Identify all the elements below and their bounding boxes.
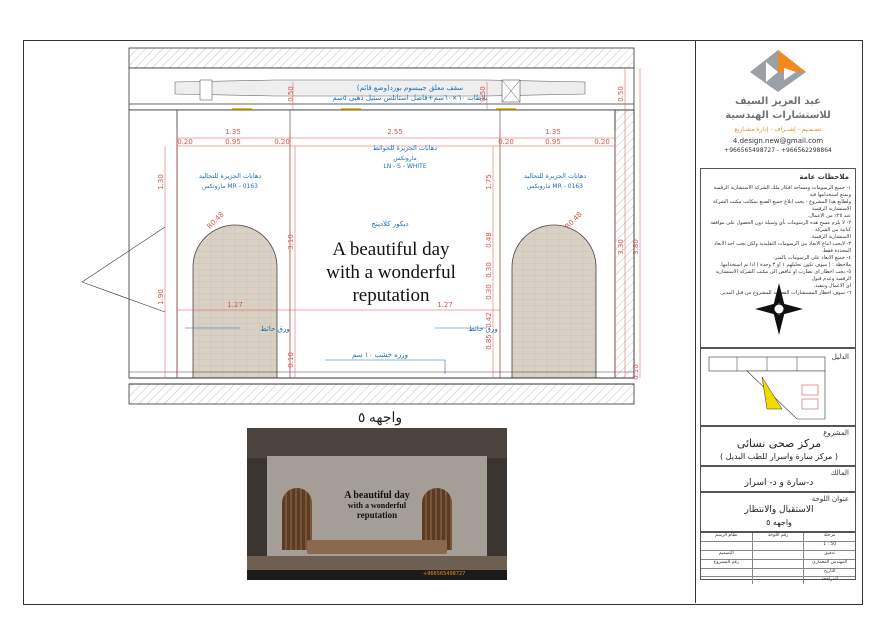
dim-label: 0.30 [485, 262, 493, 278]
dim-label: 0.42 [485, 312, 493, 328]
table-row: التاريخ [701, 569, 855, 577]
paint-code-2: مارونكس [393, 155, 416, 162]
note-line: ١- جميع الرسومات ومساحة افكار ملك الشركة… [713, 185, 851, 198]
company-email: 4.design.new@gmail.com [732, 137, 824, 145]
dim-label: 0.85 [485, 334, 493, 350]
dim-label: 0.10 [287, 352, 295, 368]
dim-label: 0.50 [287, 86, 295, 102]
notes-block: ملاحظات عامة ١- جميع الرسومات ومساحة افك… [700, 168, 856, 348]
project-subtitle: ( مركز سارة واسرار للطب البديل ) [720, 452, 838, 461]
notes-title: ملاحظات عامة [799, 173, 849, 181]
company-logo-icon [750, 50, 806, 92]
dim-label: 0.20 [177, 138, 193, 146]
table-row: 1 : 50 [701, 542, 855, 551]
note-line: ٤- جميع الابعاد على الرسومات بالمتر. [773, 255, 851, 261]
dim-label: 1.27 [227, 301, 243, 309]
note-line: ٢- لا يلزم مسح هذه الرسومات بأي وسيلة دو… [710, 220, 851, 233]
photo-text-line1: A beautiful day [344, 490, 410, 501]
dim-label: 1.30 [157, 174, 165, 190]
note-line: عند ٢٥٪ من الاعمال. [807, 213, 851, 219]
company-logo-block: عبد العزيز السيف للاستشارات الهندسية تصـ… [700, 44, 856, 168]
table-row: نظام الرسم رقم اللوحة مرحلة [701, 533, 855, 542]
paint-label-3: دهانات الجزيرة للتجاليد [524, 172, 586, 180]
photo-text-line3: reputation [356, 510, 398, 520]
wall-text-line2: with a wonderful [326, 262, 456, 283]
sheet-title-2: واجهه ٥ [766, 518, 792, 527]
wallpaper-left-label: ورق حائط [260, 325, 289, 333]
sheet-title-1: الاستقبال والانتظار [744, 505, 814, 515]
dim-label: 1.35 [545, 128, 561, 136]
sheet-title-label: عنوان اللوحة [811, 495, 849, 503]
company-tagline: تصـمـيم - إشــراف - إدارة مشـاريع [734, 126, 822, 133]
project-label: المشروع [823, 429, 849, 437]
owner-label: المالك [830, 469, 849, 477]
decor-label: ديكور كلادينج [371, 220, 408, 228]
sheet-title-block: عنوان اللوحة الاستقبال والانتظار واجهه ٥ [700, 492, 856, 532]
bottom-slab [128, 383, 635, 405]
wallpaper-right-label: ورق حائط [468, 325, 497, 333]
dim-label: 0.48 [485, 232, 493, 248]
photo-text-line2: with a wonderful [347, 501, 407, 510]
elevation-drawing: سقف معلق جيبسوم بورد(وضع قائم) بلاطات ٦٠… [81, 47, 641, 405]
dim-label: 0.50 [617, 86, 625, 102]
info-table: نظام الرسم رقم اللوحة مرحلة 1 : 50 التصم… [700, 532, 856, 584]
company-phones: +966565498727 - +966562298864 [724, 147, 832, 154]
dim-label: 0.95 [545, 138, 561, 146]
wall-text-line3: reputation [352, 285, 430, 306]
dim-label: 0.20 [274, 138, 290, 146]
key-plan-drawing [708, 356, 826, 420]
photo-phone: +966565498727 [423, 571, 466, 577]
owner-name: د-سارة و د- اسرار [744, 478, 814, 488]
project-block: المشروع مركز صحى نسائى ( مركز سارة واسرا… [700, 426, 856, 466]
photo-sofa [307, 540, 447, 554]
dim-label: 1.27 [437, 301, 453, 309]
paint-label-2: دهانات الجزيرة للحوائط [373, 144, 437, 152]
right-arch [511, 224, 597, 379]
company-name-line2: للاستشارات الهندسية [725, 110, 831, 121]
owner-block: المالك د-سارة و د- اسرار [700, 466, 856, 492]
note-line: الاستشارية الرقمية. [810, 234, 851, 240]
north-arrow-icon [755, 283, 803, 335]
ceiling-label-2: بلاطات ٦٠×٦٠سم+فاصل استانلس ستيل ذهبى ٥س… [332, 94, 487, 102]
dim-label: 1.90 [157, 289, 165, 305]
dim-label: 0.95 [225, 138, 241, 146]
dim-label: 0.20 [594, 138, 610, 146]
paint-code-3: مارونكس MR - 0163 [527, 183, 583, 190]
note-line: ولطابع هذا المشروع - يجب ابلاغ جميع الصن… [712, 199, 851, 212]
table-row: رقم المشروع المهندس المعماري [701, 560, 855, 569]
dim-label: 0.30 [485, 284, 493, 300]
wall-text-line1: A beautiful day [332, 239, 450, 260]
table-row: المراجعة [701, 577, 855, 584]
dim-label: 3.80 [632, 239, 640, 255]
elevation-caption: واجهه ٥ [357, 411, 403, 426]
title-block-divider [695, 40, 696, 603]
note-line: ٣- لايجب اتباع الابعاد من الرسومات التقل… [714, 241, 851, 254]
dim-label: 1.35 [225, 128, 241, 136]
table-row: التصميم تدقيق [701, 551, 855, 560]
key-plan-block: الدليل [700, 348, 856, 426]
company-name-line1: عبد العزيز السيف [734, 96, 822, 107]
dim-label: 0.10 [632, 364, 640, 380]
dim-label: 3.10 [287, 234, 295, 250]
note-line: ملاحظة : ( سوف تكون تحليلهم ١ او ٣ وحدة … [719, 262, 851, 268]
render-photo: A beautiful day with a wonderful reputat… [247, 428, 507, 580]
dim-label: 1.75 [485, 174, 493, 190]
dim-label: 0.20 [498, 138, 514, 146]
guide-label: الدليل [831, 353, 849, 361]
dim-label: 2.55 [387, 128, 403, 136]
top-slab [128, 47, 635, 69]
project-name: مركز صحى نسائى [736, 437, 822, 450]
title-block: عبد العزيز السيف للاستشارات الهندسية تصـ… [700, 44, 856, 599]
paint-code-1: مارونكس MR - 0163 [202, 183, 258, 190]
dim-label: 0.50 [479, 86, 487, 102]
paint-label-1: دهانات الجزيرة للتجاليد [199, 172, 261, 180]
paint-code-2b: LN - S - WHITE [383, 163, 426, 170]
skirting-label: وزره خشب ١٠ سم [352, 351, 408, 359]
dim-label: 3.30 [617, 239, 625, 255]
ceiling-label-1: سقف معلق جيبسوم بورد(وضع قائم) [357, 84, 463, 92]
